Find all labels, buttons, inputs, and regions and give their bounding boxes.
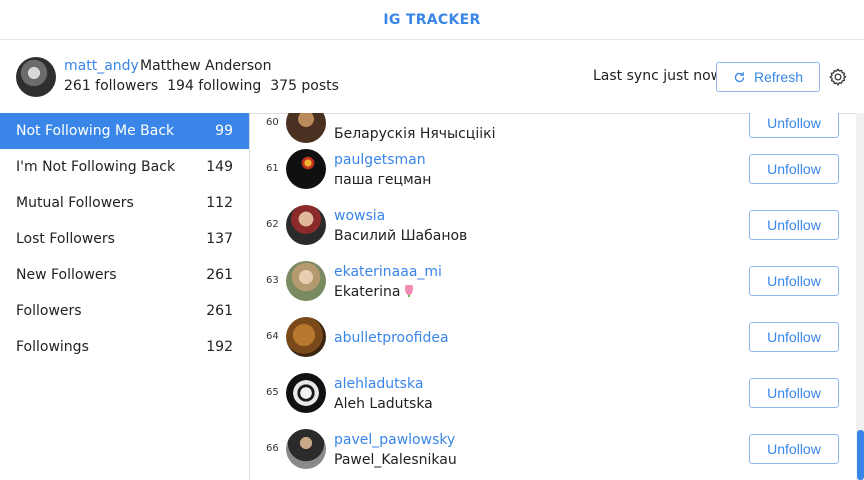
sidebar-item-im-not-following-back[interactable]: I'm Not Following Back 149 xyxy=(0,149,249,185)
unfollow-button[interactable]: Unfollow xyxy=(749,378,839,408)
list-item: 62 wowsia Василий Шабанов Unfollow xyxy=(250,197,856,253)
sidebar-item-count: 261 xyxy=(206,267,233,283)
user-full-name-text: Ekaterina xyxy=(334,284,401,300)
avatar[interactable] xyxy=(286,205,326,245)
user-username-link[interactable]: paulgetsman xyxy=(334,152,426,168)
sync-status: Last sync just now xyxy=(593,68,723,84)
tulip-emoji-icon xyxy=(403,285,414,297)
list-item: 63 ekaterinaaa_mi Ekaterina Unfollow xyxy=(250,253,856,309)
sidebar-item-not-following-me-back[interactable]: Not Following Me Back 99 xyxy=(0,113,249,149)
avatar xyxy=(16,57,56,97)
list-item: 65 alehladutska Aleh Ladutska Unfollow xyxy=(250,365,856,421)
avatar[interactable] xyxy=(286,373,326,413)
list-item: 66 pavel_pawlowsky Pawel_Kalesnikau Unfo… xyxy=(250,421,856,477)
user-username-link[interactable]: ekaterinaaa_mi xyxy=(334,264,442,280)
unfollow-button[interactable]: Unfollow xyxy=(749,434,839,464)
unfollow-button[interactable]: Unfollow xyxy=(749,113,839,138)
row-index: 64 xyxy=(266,331,279,342)
user-full-name: Ekaterina xyxy=(334,284,414,300)
unfollow-button[interactable]: Unfollow xyxy=(749,266,839,296)
sidebar-item-label: Not Following Me Back xyxy=(16,123,175,139)
user-full-name: Беларускія Нячысціікі xyxy=(334,126,496,142)
user-full-name: паша гецман xyxy=(334,172,432,188)
user-username-link[interactable]: abulletproofidea xyxy=(334,330,449,346)
sidebar-item-count: 149 xyxy=(206,159,233,175)
followers-count: 261 followers xyxy=(64,78,159,94)
sidebar-item-label: Mutual Followers xyxy=(16,195,134,211)
row-index: 65 xyxy=(266,387,279,398)
user-username-link[interactable]: pavel_pawlowsky xyxy=(334,432,455,448)
sidebar-item-lost-followers[interactable]: Lost Followers 137 xyxy=(0,221,249,257)
sidebar-item-count: 192 xyxy=(206,339,233,355)
posts-count: 375 posts xyxy=(270,78,339,94)
avatar[interactable] xyxy=(286,261,326,301)
user-full-name: Aleh Ladutska xyxy=(334,396,433,412)
following-count: 194 following xyxy=(167,78,262,94)
profile-stats: 261 followers 194 following 375 posts xyxy=(64,78,339,94)
user-full-name: Василий Шабанов xyxy=(334,228,468,244)
avatar[interactable] xyxy=(286,113,326,143)
sidebar-item-label: Followers xyxy=(16,303,82,319)
avatar[interactable] xyxy=(286,429,326,469)
sidebar-item-followers[interactable]: Followers 261 xyxy=(0,293,249,329)
sidebar-item-count: 99 xyxy=(215,123,233,139)
app-header: IG TRACKER xyxy=(0,0,864,40)
profile-header: matt_andy Matthew Anderson 261 followers… xyxy=(0,40,864,114)
avatar[interactable] xyxy=(286,317,326,357)
avatar[interactable] xyxy=(286,149,326,189)
scrollbar-thumb[interactable] xyxy=(857,430,864,480)
row-index: 62 xyxy=(266,219,279,230)
gear-icon[interactable] xyxy=(828,67,848,87)
sidebar: Not Following Me Back 99 I'm Not Followi… xyxy=(0,113,250,480)
refresh-label: Refresh xyxy=(753,69,804,85)
sidebar-item-label: I'm Not Following Back xyxy=(16,159,176,175)
unfollow-button[interactable]: Unfollow xyxy=(749,322,839,352)
profile-username-link[interactable]: matt_andy xyxy=(64,58,139,74)
unfollow-button[interactable]: Unfollow xyxy=(749,210,839,240)
app-title: IG TRACKER xyxy=(383,11,481,28)
list-item: 61 paulgetsman паша гецман Unfollow xyxy=(250,141,856,197)
refresh-button[interactable]: Refresh xyxy=(716,62,820,92)
user-full-name: Pawel_Kalesnikau xyxy=(334,452,457,468)
refresh-icon xyxy=(734,71,745,82)
row-index: 66 xyxy=(266,443,279,454)
unfollow-button[interactable]: Unfollow xyxy=(749,154,839,184)
user-username-link[interactable]: alehladutska xyxy=(334,376,423,392)
sidebar-item-label: New Followers xyxy=(16,267,117,283)
sidebar-item-new-followers[interactable]: New Followers 261 xyxy=(0,257,249,293)
user-list: 60 Беларускія Нячысціікі Unfollow 61 pau… xyxy=(250,113,856,480)
profile-full-name: Matthew Anderson xyxy=(140,58,272,74)
sidebar-item-count: 261 xyxy=(206,303,233,319)
list-item: 64 abulletproofidea Unfollow xyxy=(250,309,856,365)
row-index: 60 xyxy=(266,117,279,128)
sidebar-item-mutual-followers[interactable]: Mutual Followers 112 xyxy=(0,185,249,221)
user-username-link[interactable]: wowsia xyxy=(334,208,385,224)
sidebar-item-label: Lost Followers xyxy=(16,231,115,247)
sidebar-item-label: Followings xyxy=(16,339,89,355)
scrollbar-track[interactable] xyxy=(856,113,864,480)
sidebar-item-count: 137 xyxy=(206,231,233,247)
row-index: 63 xyxy=(266,275,279,286)
sidebar-item-count: 112 xyxy=(206,195,233,211)
row-index: 61 xyxy=(266,163,279,174)
sidebar-item-followings[interactable]: Followings 192 xyxy=(0,329,249,365)
